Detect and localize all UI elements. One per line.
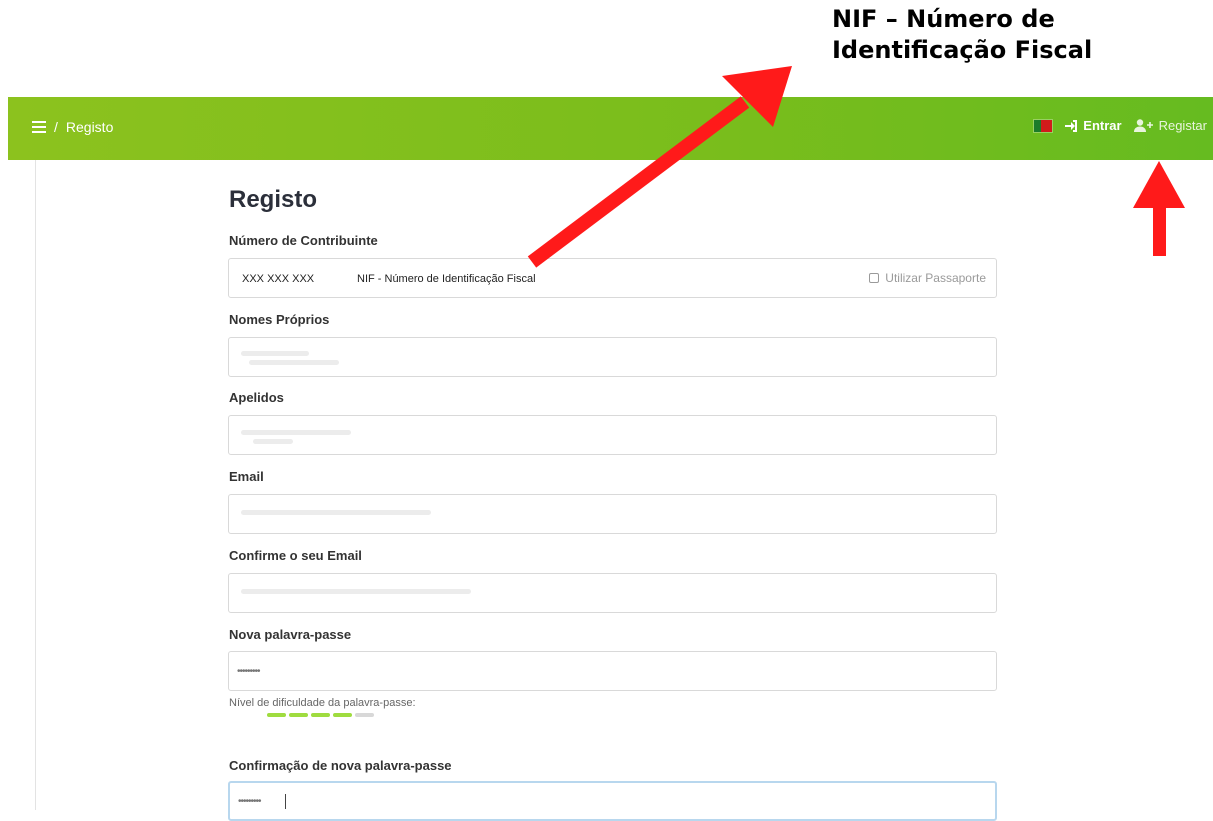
content-divider: [35, 160, 36, 810]
sign-in-icon: [1065, 119, 1078, 132]
confirm-password-value: •••••••••: [238, 796, 261, 807]
password-strength-meter: [267, 713, 374, 717]
first-names-label: Nomes Próprios: [229, 312, 330, 327]
register-label: Registar: [1158, 118, 1207, 133]
topbar-actions: Entrar Registar: [1033, 118, 1207, 133]
login-label: Entrar: [1083, 118, 1122, 133]
email-input[interactable]: [228, 494, 997, 534]
password-label: Nova palavra-passe: [229, 627, 352, 642]
first-names-input[interactable]: [228, 337, 997, 377]
email-label: Email: [229, 469, 264, 484]
strength-segment: [333, 713, 352, 717]
confirm-password-input[interactable]: •••••••••: [228, 781, 997, 821]
surnames-input[interactable]: [228, 415, 997, 455]
register-link[interactable]: Registar: [1133, 118, 1207, 133]
nif-description: NIF - Número de Identificação Fiscal: [357, 273, 536, 285]
strength-segment: [311, 713, 330, 717]
password-strength-label: Nível de dificuldade da palavra-passe:: [229, 697, 416, 709]
breadcrumb-separator: /: [54, 119, 58, 135]
password-input[interactable]: •••••••••: [228, 651, 997, 691]
confirm-password-label: Confirmação de nova palavra-passe: [229, 758, 452, 773]
surnames-label: Apelidos: [229, 390, 284, 405]
nif-label: Número de Contribuinte: [229, 233, 378, 248]
portugal-flag-icon[interactable]: [1033, 118, 1054, 133]
hamburger-menu-icon[interactable]: [32, 121, 46, 133]
nif-value: XXX XXX XXX: [242, 273, 315, 285]
page-title: Registo: [229, 186, 318, 213]
annotation-line-1: NIF – Número de: [832, 5, 1055, 33]
breadcrumb: / Registo: [32, 119, 113, 135]
annotation-arrow-nif: [527, 66, 792, 268]
strength-segment: [355, 713, 374, 717]
strength-segment: [267, 713, 286, 717]
nif-field[interactable]: XXX XXX XXX NIF - Número de Identificaçã…: [228, 258, 997, 298]
use-passport-option[interactable]: Utilizar Passaporte: [869, 271, 986, 285]
strength-segment: [289, 713, 308, 717]
annotation-line-2: Identificação Fiscal: [832, 36, 1093, 64]
password-value: •••••••••: [237, 666, 260, 677]
passport-checkbox[interactable]: [869, 273, 880, 283]
add-user-icon: [1133, 119, 1153, 132]
confirm-email-label: Confirme o seu Email: [229, 548, 362, 563]
top-navigation-bar: / Registo Entrar Registar: [8, 97, 1213, 160]
text-caret: [285, 794, 286, 809]
login-link[interactable]: Entrar: [1065, 118, 1122, 133]
confirm-email-input[interactable]: [228, 573, 997, 613]
passport-label: Utilizar Passaporte: [885, 271, 986, 285]
annotation-title: NIF – Número de Identificação Fiscal: [832, 4, 1092, 66]
breadcrumb-current: Registo: [65, 119, 114, 135]
annotation-arrow-register: [1133, 161, 1185, 256]
